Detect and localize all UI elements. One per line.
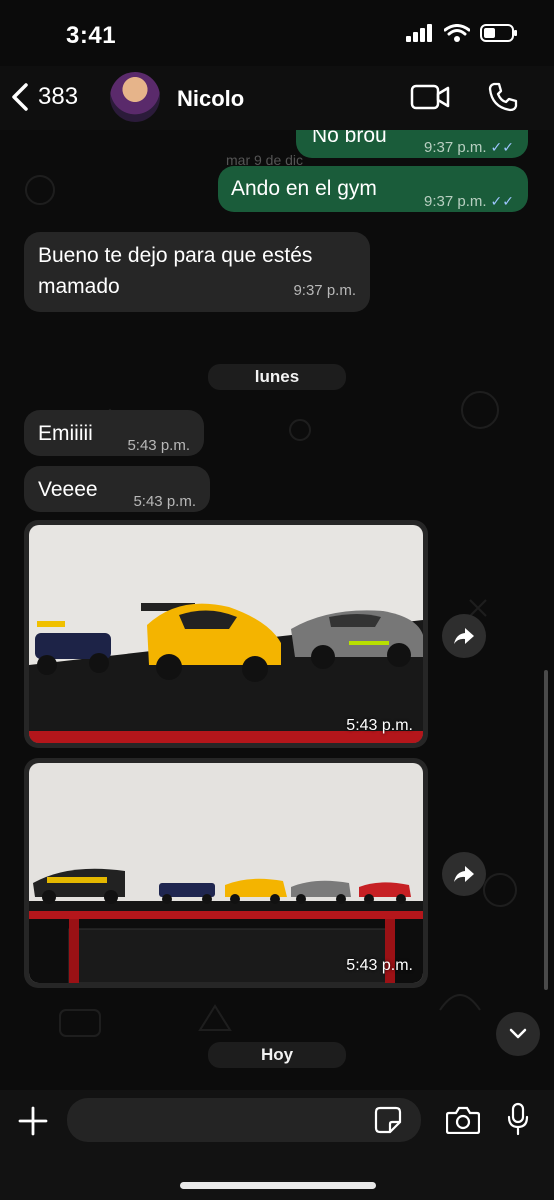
message-time: 9:37 p.m. ✓✓: [424, 186, 514, 217]
forward-icon: [454, 866, 474, 882]
contact-name[interactable]: Nicolo: [177, 86, 244, 112]
status-icons: [406, 24, 518, 42]
message-photo[interactable]: 5:43 p.m.: [29, 525, 423, 743]
read-ticks-icon: ✓✓: [490, 193, 514, 209]
message-timestamp: 9:37 p.m.: [293, 282, 356, 299]
image-message[interactable]: 5:43 p.m.: [24, 520, 428, 748]
message-text: Emiiiii: [38, 422, 93, 445]
message-outgoing[interactable]: Ando en el gym 9:37 p.m. ✓✓: [218, 166, 528, 212]
message-incoming[interactable]: Veeee 5:43 p.m.: [24, 466, 210, 512]
photo-timestamp: 5:43 p.m.: [346, 717, 413, 734]
date-separator: lunes: [208, 364, 346, 390]
read-ticks-icon: ✓✓: [490, 139, 514, 155]
image-message[interactable]: 5:43 p.m.: [24, 758, 428, 988]
message-timestamp: 9:37 p.m.: [423, 139, 487, 156]
cellular-signal-icon: [406, 24, 432, 42]
chat-header: 383 Nicolo: [0, 66, 554, 130]
back-button[interactable]: 383: [10, 82, 78, 112]
message-timestamp: 5:43 p.m.: [127, 437, 190, 454]
photo-timestamp: 5:43 p.m.: [346, 957, 413, 974]
sticker-icon[interactable]: [374, 1106, 402, 1134]
status-time: 3:41: [66, 22, 117, 49]
forward-button[interactable]: [442, 614, 486, 658]
message-photo[interactable]: 5:43 p.m.: [29, 763, 423, 983]
message-incoming[interactable]: Emiiiii 5:43 p.m.: [24, 410, 204, 456]
wifi-icon: [444, 24, 470, 42]
message-time: 9:37 p.m. ✓✓: [424, 132, 514, 163]
message-text-line: Bueno te dejo para que estés: [38, 244, 313, 267]
mic-icon[interactable]: [506, 1102, 530, 1136]
battery-icon: [480, 24, 517, 42]
home-indicator: [180, 1182, 376, 1189]
photo-lego-shelf: [29, 763, 423, 983]
phone-icon[interactable]: [488, 82, 518, 112]
message-text: Ando en el gym: [231, 177, 377, 200]
status-bar: 3:41: [0, 0, 554, 70]
unread-count: 383: [38, 83, 79, 110]
chevron-left-icon: [12, 83, 28, 111]
forward-icon: [454, 628, 474, 644]
message-input[interactable]: [67, 1098, 421, 1142]
plus-icon[interactable]: [16, 1104, 50, 1138]
message-text: Veeee: [38, 478, 98, 501]
scrollbar[interactable]: [544, 670, 548, 990]
chevron-down-icon: [509, 1028, 527, 1039]
message-timestamp: 9:37 p.m.: [423, 193, 487, 210]
message-text: No brou: [312, 130, 387, 147]
video-call-icon[interactable]: [410, 83, 450, 111]
scroll-to-bottom-button[interactable]: [496, 1012, 540, 1056]
message-timestamp: 5:43 p.m.: [133, 493, 196, 510]
avatar[interactable]: [110, 72, 160, 122]
camera-icon[interactable]: [446, 1106, 480, 1134]
date-separator: Hoy: [208, 1042, 346, 1068]
message-composer: [0, 1090, 554, 1200]
forward-button[interactable]: [442, 852, 486, 896]
photo-lego-cars: [29, 525, 423, 743]
message-incoming[interactable]: Bueno te dejo para que estés mamado 9:37…: [24, 232, 370, 312]
chat-area[interactable]: No brou 9:37 p.m. ✓✓ mar 9 de dic Ando en…: [0, 130, 554, 1090]
message-outgoing[interactable]: No brou 9:37 p.m. ✓✓: [296, 130, 528, 158]
